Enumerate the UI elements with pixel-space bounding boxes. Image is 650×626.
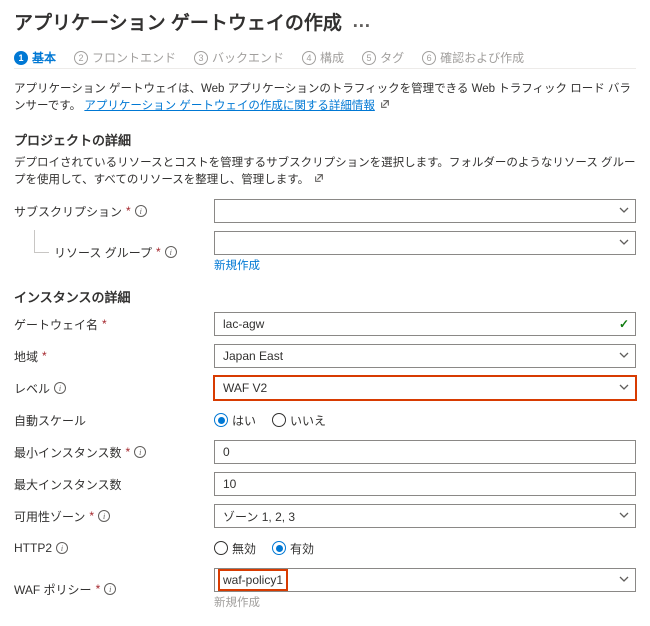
required-indicator: * xyxy=(126,204,131,218)
intro-text: アプリケーション ゲートウェイは、Web アプリケーションのトラフィックを管理で… xyxy=(14,81,636,116)
zones-label: 可用性ゾーン xyxy=(14,508,85,525)
required-indicator: * xyxy=(42,349,47,363)
required-indicator: * xyxy=(102,317,107,331)
radio-label: いいえ xyxy=(290,412,326,429)
info-icon[interactable]: i xyxy=(56,542,68,554)
region-value: Japan East xyxy=(223,349,283,363)
section-project-heading: プロジェクトの詳細 xyxy=(14,130,636,149)
section-instance-heading: インスタンスの詳細 xyxy=(14,287,636,306)
chevron-down-icon xyxy=(619,236,629,250)
gateway-name-value: lac-agw xyxy=(223,317,264,331)
radio-icon xyxy=(214,541,228,555)
radio-icon xyxy=(214,413,228,427)
radio-icon xyxy=(272,413,286,427)
autoscale-label: 自動スケール xyxy=(14,412,86,429)
required-indicator: * xyxy=(89,509,94,523)
tab-label: バックエンド xyxy=(212,49,284,66)
more-menu[interactable]: … xyxy=(352,11,372,33)
radio-label: 無効 xyxy=(232,540,256,557)
radio-label: はい xyxy=(232,412,256,429)
tab-label: 確認および作成 xyxy=(440,49,524,66)
info-icon[interactable]: i xyxy=(54,382,66,394)
level-value: WAF V2 xyxy=(223,381,267,395)
min-instances-value: 0 xyxy=(223,445,230,459)
section-project-desc: デプロイされているリソースとコストを管理するサブスクリプションを選択します。フォ… xyxy=(14,155,636,190)
chevron-down-icon xyxy=(619,381,629,395)
waf-policy-label: WAF ポリシー xyxy=(14,581,92,598)
region-label: 地域 xyxy=(14,348,38,365)
http2-disabled-radio[interactable]: 無効 xyxy=(214,540,256,557)
required-indicator: * xyxy=(96,582,101,596)
required-indicator: * xyxy=(156,245,161,259)
autoscale-no-radio[interactable]: いいえ xyxy=(272,412,326,429)
level-select[interactable]: WAF V2 xyxy=(214,376,636,400)
radio-icon xyxy=(272,541,286,555)
tab-label: 構成 xyxy=(320,49,344,66)
tab-label: 基本 xyxy=(32,49,56,66)
tab-basics[interactable]: 1 基本 xyxy=(14,49,56,66)
gateway-name-label: ゲートウェイ名 xyxy=(14,316,98,333)
wizard-tabs: 1 基本 2 フロントエンド 3 バックエンド 4 構成 5 タグ 6 確認およ… xyxy=(14,49,636,69)
valid-check-icon: ✓ xyxy=(619,317,629,331)
create-new-waf-policy-link[interactable]: 新規作成 xyxy=(214,594,260,610)
max-instances-value: 10 xyxy=(223,477,236,491)
chevron-down-icon xyxy=(619,509,629,523)
http2-label: HTTP2 xyxy=(14,541,52,555)
min-instances-label: 最小インスタンス数 xyxy=(14,444,122,461)
waf-policy-value: waf-policy1 xyxy=(219,570,287,590)
autoscale-yes-radio[interactable]: はい xyxy=(214,412,256,429)
tab-backend[interactable]: 3 バックエンド xyxy=(194,49,284,66)
title-text: アプリケーション ゲートウェイの作成 xyxy=(14,8,342,35)
create-new-resource-group-link[interactable]: 新規作成 xyxy=(214,257,260,273)
resource-group-label: リソース グループ xyxy=(54,244,152,261)
tab-frontend[interactable]: 2 フロントエンド xyxy=(74,49,176,66)
region-select[interactable]: Japan East xyxy=(214,344,636,368)
tab-step-number: 4 xyxy=(302,51,316,65)
subscription-label: サブスクリプション xyxy=(14,203,122,220)
chevron-down-icon xyxy=(619,573,629,587)
info-icon[interactable]: i xyxy=(135,205,147,217)
tab-tags[interactable]: 5 タグ xyxy=(362,49,404,66)
gateway-name-input[interactable]: lac-agw ✓ xyxy=(214,312,636,336)
http2-enabled-radio[interactable]: 有効 xyxy=(272,540,314,557)
required-indicator: * xyxy=(126,445,131,459)
tab-step-number: 3 xyxy=(194,51,208,65)
chevron-down-icon xyxy=(619,204,629,218)
tab-label: タグ xyxy=(380,49,404,66)
tab-review[interactable]: 6 確認および作成 xyxy=(422,49,524,66)
external-link-icon xyxy=(378,100,390,112)
max-instances-input[interactable]: 10 xyxy=(214,472,636,496)
tab-step-number: 1 xyxy=(14,51,28,65)
tab-step-number: 5 xyxy=(362,51,376,65)
waf-policy-select[interactable]: waf-policy1 xyxy=(214,568,636,592)
page-title: アプリケーション ゲートウェイの作成 … xyxy=(14,8,636,35)
tab-step-number: 6 xyxy=(422,51,436,65)
max-instances-label: 最大インスタンス数 xyxy=(14,476,122,493)
tab-label: フロントエンド xyxy=(92,49,176,66)
resource-group-select[interactable] xyxy=(214,231,636,255)
min-instances-input[interactable]: 0 xyxy=(214,440,636,464)
zones-select[interactable]: ゾーン 1, 2, 3 xyxy=(214,504,636,528)
info-icon[interactable]: i xyxy=(104,583,116,595)
info-icon[interactable]: i xyxy=(134,446,146,458)
learn-more-link[interactable]: アプリケーション ゲートウェイの作成に関する詳細情報 xyxy=(84,100,374,112)
info-icon[interactable]: i xyxy=(98,510,110,522)
tab-configuration[interactable]: 4 構成 xyxy=(302,49,344,66)
radio-label: 有効 xyxy=(290,540,314,557)
subscription-select[interactable] xyxy=(214,199,636,223)
level-label: レベル xyxy=(14,380,50,397)
chevron-down-icon xyxy=(619,349,629,363)
info-icon[interactable]: i xyxy=(165,246,177,258)
tab-step-number: 2 xyxy=(74,51,88,65)
external-link-icon xyxy=(312,174,324,186)
zones-value: ゾーン 1, 2, 3 xyxy=(223,508,295,525)
